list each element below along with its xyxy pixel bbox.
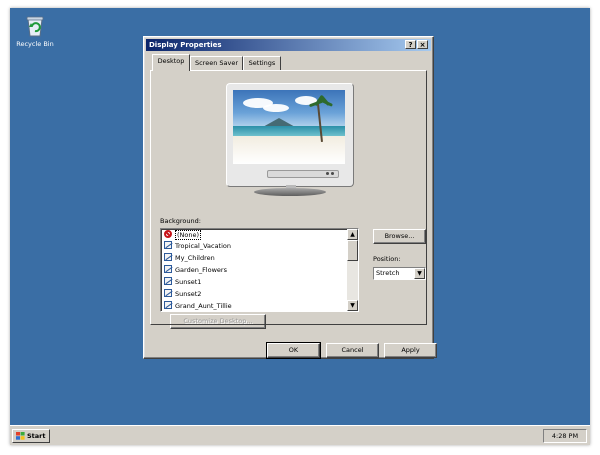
- dialog-titlebar[interactable]: Display Properties: [146, 39, 431, 51]
- apply-button[interactable]: Apply: [384, 343, 437, 358]
- tab-panel-desktop: [150, 70, 427, 325]
- start-button[interactable]: Start: [12, 429, 50, 443]
- windows-logo-icon: [16, 432, 25, 440]
- ok-button[interactable]: OK: [266, 342, 321, 359]
- desktop[interactable]: Recycle Bin Display Properties ? × Deskt…: [10, 8, 590, 425]
- display-properties-dialog: Display Properties ? × Desktop Screen Sa…: [143, 36, 437, 359]
- dialog-title: Display Properties: [149, 41, 222, 49]
- desktop-icon-recycle-bin[interactable]: Recycle Bin: [12, 14, 58, 48]
- system-tray-clock[interactable]: 4:28 PM: [543, 429, 587, 443]
- help-button[interactable]: ?: [405, 40, 416, 49]
- cancel-button[interactable]: Cancel: [326, 343, 379, 358]
- start-label: Start: [27, 432, 46, 440]
- tab-screen-saver[interactable]: Screen Saver: [190, 56, 243, 70]
- desktop-icon-label: Recycle Bin: [16, 40, 54, 48]
- tab-settings[interactable]: Settings: [243, 56, 281, 70]
- close-button[interactable]: ×: [417, 40, 428, 49]
- tab-desktop[interactable]: Desktop: [152, 54, 190, 71]
- screen-frame: Recycle Bin Display Properties ? × Deskt…: [10, 8, 590, 445]
- taskbar: Start 4:28 PM: [10, 425, 590, 445]
- recycle-bin-icon: [24, 14, 46, 38]
